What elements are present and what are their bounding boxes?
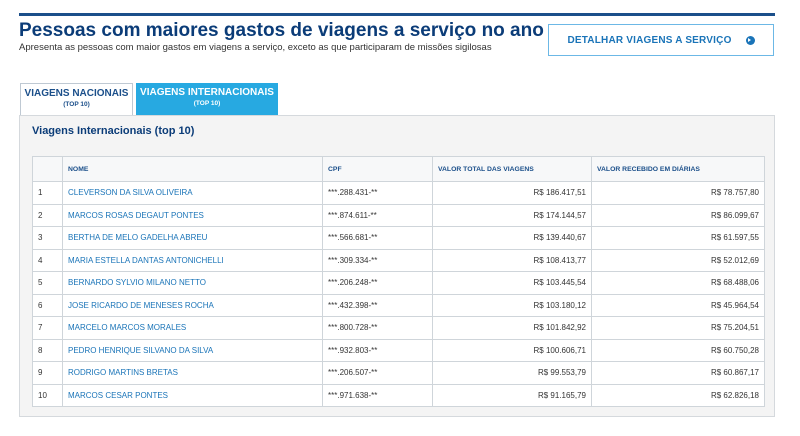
total-value-cell: R$ 139.440,67 [432, 226, 592, 250]
page-title: Pessoas com maiores gastos de viagens a … [19, 20, 544, 41]
column-header-nome[interactable]: NOME [62, 156, 323, 182]
name-cell: MARCOS CESAR PONTES [62, 383, 323, 407]
column-header-valor-diarias[interactable]: VALOR RECEBIDO EM DIÁRIAS [591, 156, 765, 182]
panel-title: Viagens Internacionais (top 10) [32, 125, 195, 137]
total-value-cell: R$ 101.842,92 [432, 316, 592, 340]
table-row: 4 MARIA ESTELLA DANTAS ANTONICHELLI ***.30… [32, 248, 765, 272]
total-value-cell: R$ 100.606,71 [432, 338, 592, 362]
cpf-cell: ***.874.611-** [322, 203, 433, 227]
diarias-value-cell: R$ 86.099,67 [591, 203, 765, 227]
diarias-value-cell: R$ 60.750,28 [591, 338, 765, 362]
top-rule [19, 13, 775, 16]
cpf-cell: ***.800.728-** [322, 316, 433, 340]
rank-cell: 8 [32, 338, 63, 362]
detail-travels-button[interactable]: DETALHAR VIAGENS A SERVIÇO [548, 24, 774, 56]
diarias-value-cell: R$ 52.012,69 [591, 248, 765, 272]
table-header-row: NOME CPF VALOR TOTAL DAS VIAGENS VALOR R… [32, 156, 765, 182]
tab-label: VIAGENS NACIONAIS [24, 88, 129, 99]
cpf-cell: ***.932.803-** [322, 338, 433, 362]
name-cell: MARCELO MARCOS MORALES [62, 316, 323, 340]
results-panel: Viagens Internacionais (top 10) NOME CPF… [19, 115, 775, 417]
person-name-link[interactable]: CLEVERSON DA SILVA OLIVEIRA [68, 188, 193, 197]
name-cell: BERNARDO SYLVIO MILANO NETTO [62, 271, 323, 295]
column-header-cpf[interactable]: CPF [322, 156, 433, 182]
diarias-value-cell: R$ 61.597,55 [591, 226, 765, 250]
total-value-cell: R$ 103.180,12 [432, 293, 592, 317]
rank-cell: 9 [32, 361, 63, 385]
rank-cell: 5 [32, 271, 63, 295]
tabs: VIAGENS NACIONAIS (TOP 10) VIAGENS INTER… [20, 83, 278, 115]
diarias-value-cell: R$ 60.867,17 [591, 361, 765, 385]
rank-cell: 2 [32, 203, 63, 227]
table-row: 5 BERNARDO SYLVIO MILANO NETTO ***.206.248… [32, 271, 765, 295]
table-row: 7 MARCELO MARCOS MORALES ***.800.728-** R$ … [32, 316, 765, 340]
person-name-link[interactable]: BERTHA DE MELO GADELHA ABREU [68, 233, 207, 242]
page-subtitle: Apresenta as pessoas com maior gastos em… [19, 42, 492, 53]
table-row: 8 PEDRO HENRIQUE SILVANO DA SILVA ***.932.… [32, 338, 765, 362]
tab-sublabel: (TOP 10) [63, 101, 90, 108]
name-cell: BERTHA DE MELO GADELHA ABREU [62, 226, 323, 250]
person-name-link[interactable]: PEDRO HENRIQUE SILVANO DA SILVA [68, 346, 213, 355]
table-row: 10 MARCOS CESAR PONTES ***.971.638-** R$ 91… [32, 383, 765, 407]
name-cell: JOSE RICARDO DE MENESES ROCHA [62, 293, 323, 317]
person-name-link[interactable]: BERNARDO SYLVIO MILANO NETTO [68, 278, 206, 287]
arrow-circle-right-icon [745, 35, 755, 45]
rank-cell: 4 [32, 248, 63, 272]
tab-viagens-nacionais[interactable]: VIAGENS NACIONAIS (TOP 10) [20, 83, 133, 115]
total-value-cell: R$ 91.165,79 [432, 383, 592, 407]
diarias-value-cell: R$ 62.826,18 [591, 383, 765, 407]
tab-sublabel: (TOP 10) [193, 100, 221, 107]
tab-viagens-internacionais[interactable]: VIAGENS INTERNACIONAIS (TOP 10) [136, 83, 278, 115]
name-cell: MARIA ESTELLA DANTAS ANTONICHELLI [62, 248, 323, 272]
person-name-link[interactable]: MARCOS CESAR PONTES [68, 391, 168, 400]
column-header-rank [32, 156, 63, 182]
person-name-link[interactable]: MARIA ESTELLA DANTAS ANTONICHELLI [68, 256, 224, 265]
table-row: 3 BERTHA DE MELO GADELHA ABREU ***.566.681… [32, 226, 765, 250]
name-cell: PEDRO HENRIQUE SILVANO DA SILVA [62, 338, 323, 362]
rank-cell: 3 [32, 226, 63, 250]
rank-cell: 6 [32, 293, 63, 317]
results-table: NOME CPF VALOR TOTAL DAS VIAGENS VALOR R… [32, 156, 765, 407]
name-cell: RODRIGO MARTINS BRETAS [62, 361, 323, 385]
table-row: 6 JOSE RICARDO DE MENESES ROCHA ***.432.39… [32, 293, 765, 317]
cpf-cell: ***.566.681-** [322, 226, 433, 250]
person-name-link[interactable]: JOSE RICARDO DE MENESES ROCHA [68, 301, 214, 310]
total-value-cell: R$ 174.144,57 [432, 203, 592, 227]
person-name-link[interactable]: RODRIGO MARTINS BRETAS [68, 368, 178, 377]
table-row: 9 RODRIGO MARTINS BRETAS ***.206.507-** R$ … [32, 361, 765, 385]
diarias-value-cell: R$ 78.757,80 [591, 181, 765, 205]
cpf-cell: ***.971.638-** [322, 383, 433, 407]
diarias-value-cell: R$ 45.964,54 [591, 293, 765, 317]
cpf-cell: ***.309.334-** [322, 248, 433, 272]
rank-cell: 7 [32, 316, 63, 340]
total-value-cell: R$ 103.445,54 [432, 271, 592, 295]
detail-travels-button-label: DETALHAR VIAGENS A SERVIÇO [567, 34, 732, 46]
total-value-cell: R$ 108.413,77 [432, 248, 592, 272]
rank-cell: 1 [32, 181, 63, 205]
cpf-cell: ***.206.507-** [322, 361, 433, 385]
tab-label: VIAGENS INTERNACIONAIS [140, 87, 274, 98]
person-name-link[interactable]: MARCELO MARCOS MORALES [68, 323, 186, 332]
cpf-cell: ***.288.431-** [322, 181, 433, 205]
person-name-link[interactable]: MARCOS ROSAS DEGAUT PONTES [68, 211, 204, 220]
cpf-cell: ***.206.248-** [322, 271, 433, 295]
table-row: 1 CLEVERSON DA SILVA OLIVEIRA ***.288.431-… [32, 181, 765, 205]
name-cell: MARCOS ROSAS DEGAUT PONTES [62, 203, 323, 227]
total-value-cell: R$ 186.417,51 [432, 181, 592, 205]
total-value-cell: R$ 99.553,79 [432, 361, 592, 385]
diarias-value-cell: R$ 68.488,06 [591, 271, 765, 295]
cpf-cell: ***.432.398-** [322, 293, 433, 317]
name-cell: CLEVERSON DA SILVA OLIVEIRA [62, 181, 323, 205]
column-header-valor-total[interactable]: VALOR TOTAL DAS VIAGENS [432, 156, 592, 182]
table-row: 2 MARCOS ROSAS DEGAUT PONTES ***.874.611-*… [32, 203, 765, 227]
diarias-value-cell: R$ 75.204,51 [591, 316, 765, 340]
rank-cell: 10 [32, 383, 63, 407]
